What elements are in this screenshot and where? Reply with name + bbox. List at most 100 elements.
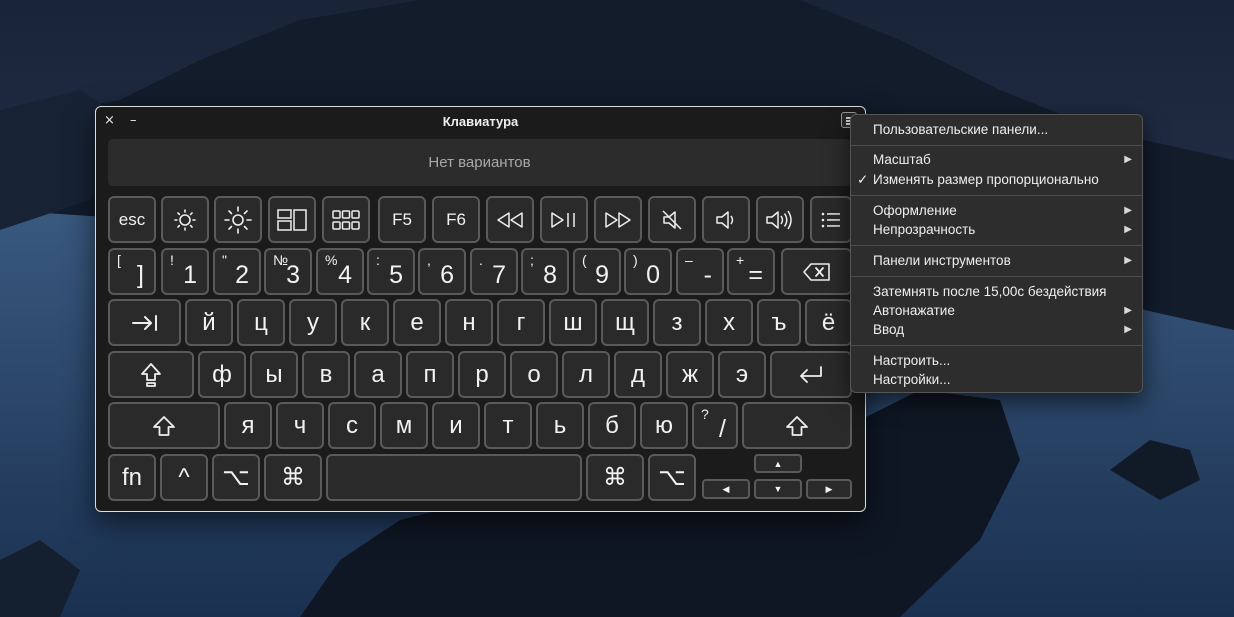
letter-key-27[interactable]: с [328,402,376,449]
f5-key[interactable]: F5 [378,196,426,243]
delete-key[interactable] [781,248,852,295]
letter-key-17[interactable]: а [354,351,402,398]
menu-item-toolbars[interactable]: Панели инструментов ▶ [873,251,1132,270]
letter-key-13[interactable]: ё [805,299,852,346]
bracket-key[interactable]: [] [108,248,156,295]
letter-key-29[interactable]: и [432,402,480,449]
command-right-key[interactable]: ⌘ [586,454,644,501]
brightness-up-key[interactable] [214,196,262,243]
key-main-symbol: 7 [492,261,506,289]
launchpad-key[interactable] [322,196,370,243]
letter-key-8[interactable]: ш [549,299,597,346]
equals-key[interactable]: + = [727,248,775,295]
digit-1-key[interactable]: ! 1 [161,248,209,295]
return-key[interactable] [770,351,852,398]
rewind-key[interactable] [486,196,534,243]
caps-lock-key[interactable] [108,351,194,398]
fast-forward-key[interactable] [594,196,642,243]
letter-key-19[interactable]: р [458,351,506,398]
letter-key-23[interactable]: ж [666,351,714,398]
arrow-right-key[interactable]: ▶ [806,479,852,499]
letter-key-30[interactable]: т [484,402,532,449]
option-right-key[interactable]: ⌥ [648,454,696,501]
digit-0-key[interactable]: ) 0 [624,248,672,295]
letter-key-28[interactable]: м [380,402,428,449]
letter-key-22[interactable]: д [614,351,662,398]
fast-forward-icon [605,211,631,228]
digit-2-key[interactable]: " 2 [213,248,261,295]
letter-key-14[interactable]: ф [198,351,246,398]
letter-key-11[interactable]: х [705,299,753,346]
letter-key-24[interactable]: э [718,351,766,398]
menu-item-autoclick[interactable]: Автонажатие ▶ [873,301,1132,320]
fn-key[interactable]: fn [108,454,156,501]
command-key[interactable]: ⌘ [264,454,322,501]
letter-key-25[interactable]: я [224,402,272,449]
arrow-down-key[interactable]: ▼ [754,479,802,499]
arrow-up-key[interactable]: ▲ [754,454,802,473]
letter-key-26[interactable]: ч [276,402,324,449]
shift-left-key[interactable] [108,402,220,449]
letter-key-5[interactable]: е [393,299,441,346]
letter-key-6[interactable]: н [445,299,493,346]
digit-3-key[interactable]: № 3 [264,248,312,295]
control-key[interactable]: ^ [160,454,208,501]
digit-8-key[interactable]: ; 8 [521,248,569,295]
tab-key[interactable] [108,299,181,346]
volume-down-key[interactable] [702,196,750,243]
letter-key-1[interactable]: й [185,299,233,346]
menu-item-appearance[interactable]: Оформление ▶ [873,201,1132,220]
menu-item-opacity[interactable]: Непрозрачность ▶ [873,220,1132,239]
volume-up-icon [766,210,792,229]
menu-item-dim-after[interactable]: Затемнять после 15,00с бездействия [873,282,1132,301]
menu-item-custom-panels[interactable]: Пользовательские панели... [873,120,1132,139]
letter-key-21[interactable]: л [562,351,610,398]
digit-6-key[interactable]: ,6 [418,248,466,295]
letter-key-3[interactable]: у [289,299,337,346]
digit-5-key[interactable]: :5 [367,248,415,295]
menu-item-settings[interactable]: Настройки... [873,370,1132,389]
letter-key-12[interactable]: ъ [757,299,801,346]
menu-item-label: Настройки... [873,372,951,387]
f6-key[interactable]: F6 [432,196,480,243]
letter-key-33[interactable]: ю [640,402,688,449]
letter-key-9[interactable]: щ [601,299,649,346]
letter-key-16[interactable]: в [302,351,350,398]
letter-key-15[interactable]: ы [250,351,298,398]
digit-7-key[interactable]: .7 [470,248,518,295]
play-pause-key[interactable] [540,196,588,243]
slash-key[interactable]: ? / [692,402,738,449]
sun-small-icon [174,208,196,231]
option-key[interactable]: ⌥ [212,454,260,501]
menu-item-label: Настроить... [873,353,951,368]
brightness-down-key[interactable] [161,196,209,243]
menu-item-customize[interactable]: Настроить... [873,351,1132,370]
letter-key-10[interactable]: з [653,299,701,346]
minus-key[interactable]: – - [676,248,724,295]
letter-key-2[interactable]: ц [237,299,285,346]
key-shift-symbol: ; [530,252,534,268]
esc-key[interactable]: esc [108,196,156,243]
menu-item-input[interactable]: Ввод ▶ [873,320,1132,339]
mute-key[interactable] [648,196,696,243]
menu-item-scale[interactable]: Масштаб ▶ [873,150,1132,169]
shift-right-key[interactable] [742,402,852,449]
mission-control-icon [277,208,307,231]
digit-9-key[interactable]: (9 [573,248,621,295]
letter-key-4[interactable]: к [341,299,389,346]
space-key[interactable] [326,454,582,501]
letter-key-32[interactable]: б [588,402,636,449]
submenu-arrow-icon: ▶ [1124,324,1132,335]
digit-4-key[interactable]: % 4 [316,248,364,295]
mission-control-key[interactable] [268,196,316,243]
tab-icon [131,314,157,331]
letter-key-31[interactable]: ь [536,402,584,449]
menu-item-resize-proportionally[interactable]: ✓ Изменять размер пропорционально [857,170,1132,189]
volume-up-key[interactable] [756,196,804,243]
list-key[interactable] [810,196,852,243]
letter-key-7[interactable]: г [497,299,545,346]
arrow-left-key[interactable]: ◀ [702,479,750,499]
key-shift-symbol: ) [633,252,638,268]
letter-key-20[interactable]: о [510,351,558,398]
letter-key-18[interactable]: п [406,351,454,398]
